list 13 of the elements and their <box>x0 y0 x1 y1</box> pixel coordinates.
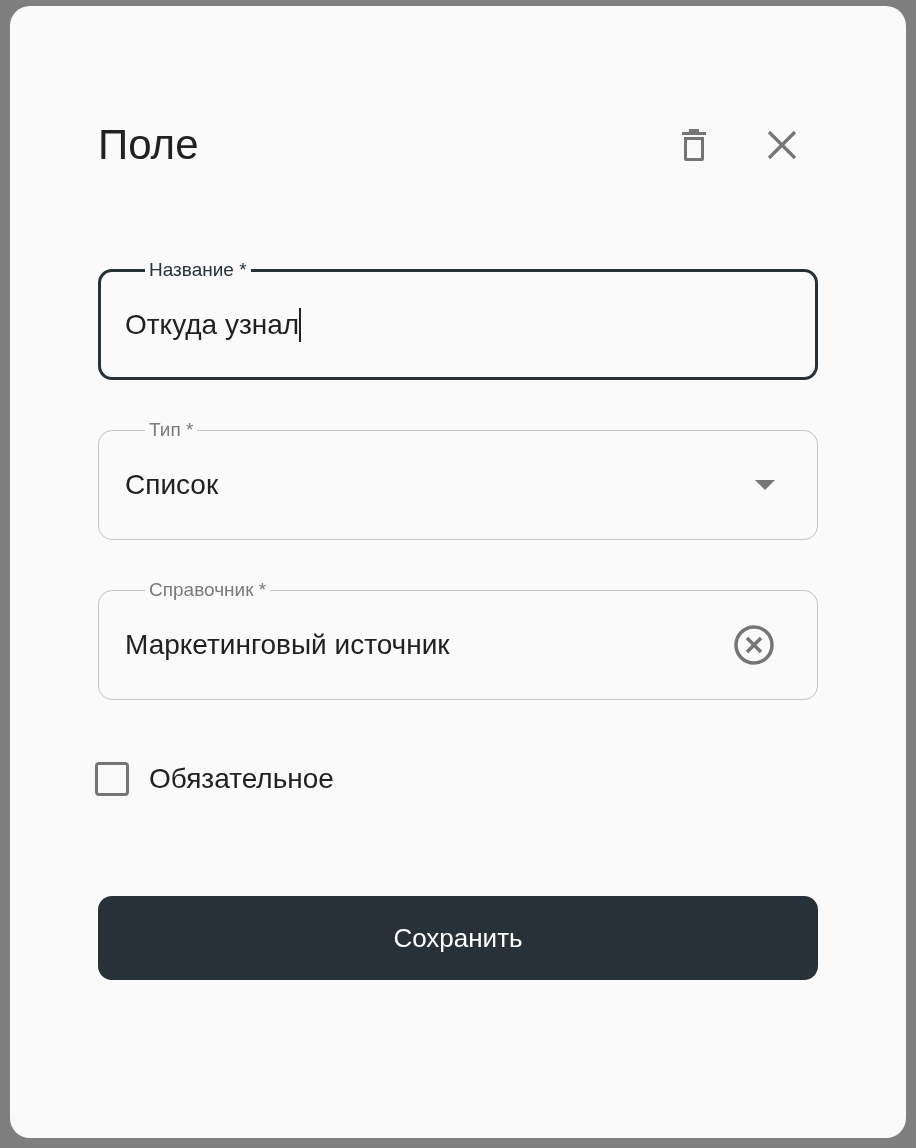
field-label: Справочник * <box>148 578 268 602</box>
text-cursor <box>299 308 302 342</box>
field-value[interactable]: Маркетинговый источник <box>125 624 450 666</box>
checkbox-label: Обязательное <box>149 762 334 796</box>
field-value[interactable]: Откуда узнал <box>125 304 300 346</box>
field-value[interactable]: Список <box>125 464 219 506</box>
clear-icon[interactable] <box>733 624 775 666</box>
dropdown-caret-icon[interactable] <box>755 480 775 490</box>
checkbox[interactable] <box>95 762 129 796</box>
field-label: Название * <box>148 258 248 282</box>
field-label: Тип * <box>148 418 195 442</box>
dialog-title: Поле <box>98 120 199 170</box>
save-button[interactable]: Сохранить <box>98 896 818 980</box>
